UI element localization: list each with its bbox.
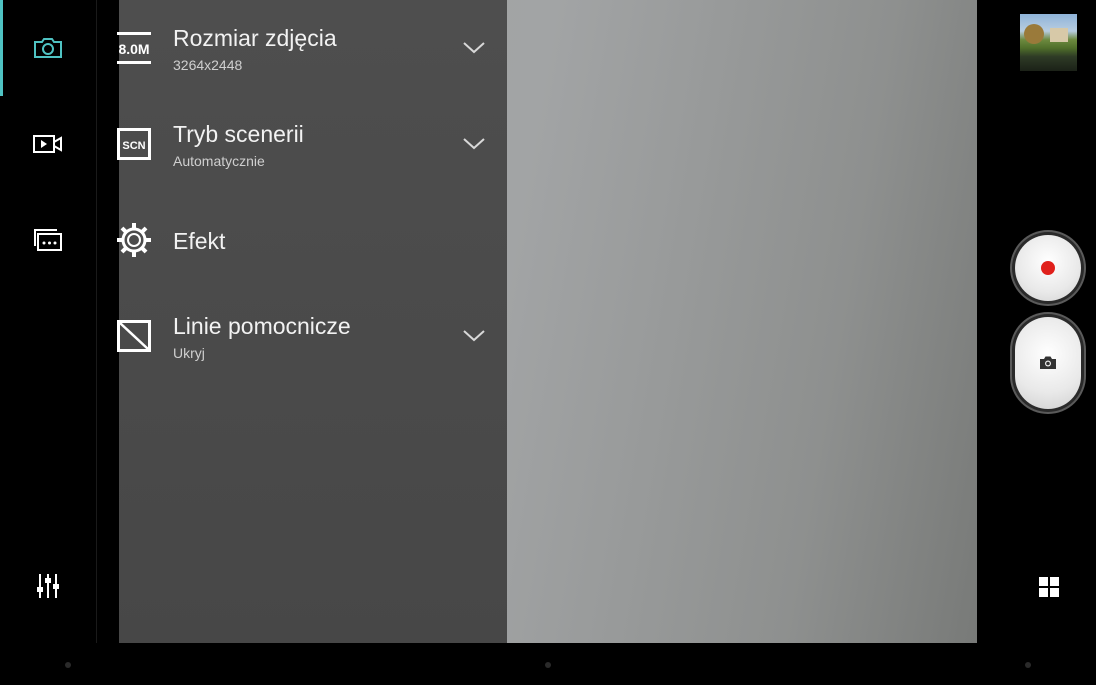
gallery-icon [34,229,62,251]
chevron-down-icon[interactable] [462,329,486,343]
chevron-down-icon[interactable] [462,41,486,55]
camera-icon [1040,356,1056,369]
photo-size-value: 3264x2448 [173,57,243,73]
grid-lines-value: Ukryj [173,345,205,361]
settings-panel: 8.0M Rozmiar zdjęcia 3264x2448 SCN Tryb … [116,0,507,643]
grid-lines-icon [116,318,152,354]
photo-mode-button[interactable] [22,28,74,68]
setting-scene-mode[interactable]: SCN Tryb scenerii Automatycznie [116,98,507,188]
grid-lines-title: Linie pomocnicze [173,313,351,339]
scene-mode-title: Tryb scenerii [173,121,304,147]
grid-icon[interactable] [1038,576,1060,598]
active-mode-indicator [0,0,3,96]
video-camera-icon [33,135,62,153]
setting-grid-lines[interactable]: Linie pomocnicze Ukryj [116,290,507,380]
gallery-mode-button[interactable] [22,220,74,260]
home-nav-button[interactable] [545,662,551,668]
effect-icon [116,222,152,258]
setting-photo-size[interactable]: 8.0M Rozmiar zdjęcia 3264x2448 [116,2,507,92]
setting-effect[interactable]: Efekt [116,194,507,284]
system-navigation-bar [0,643,1096,685]
recents-nav-button[interactable] [1025,662,1031,668]
photo-size-icon: 8.0M [116,30,152,66]
shutter-button[interactable] [1015,317,1081,409]
back-nav-button[interactable] [65,662,71,668]
sliders-icon [37,574,59,598]
thumbnail-tree-shape [1024,24,1044,44]
last-photo-thumbnail[interactable] [1020,14,1077,71]
svg-text:SCN: SCN [122,140,145,152]
video-mode-button[interactable] [22,124,74,164]
record-button[interactable] [1015,235,1081,301]
photo-size-title: Rozmiar zdjęcia [173,25,337,51]
scene-mode-value: Automatycznie [173,153,265,169]
record-icon [1041,261,1055,275]
effect-title: Efekt [173,228,226,254]
capture-rail [977,0,1096,643]
mode-rail [0,0,97,643]
settings-button[interactable] [22,566,74,606]
thumbnail-house-shape [1050,28,1068,42]
chevron-down-icon[interactable] [462,137,486,151]
scene-mode-icon: SCN [116,126,152,162]
camera-icon [34,38,62,58]
svg-text:8.0M: 8.0M [118,41,149,57]
